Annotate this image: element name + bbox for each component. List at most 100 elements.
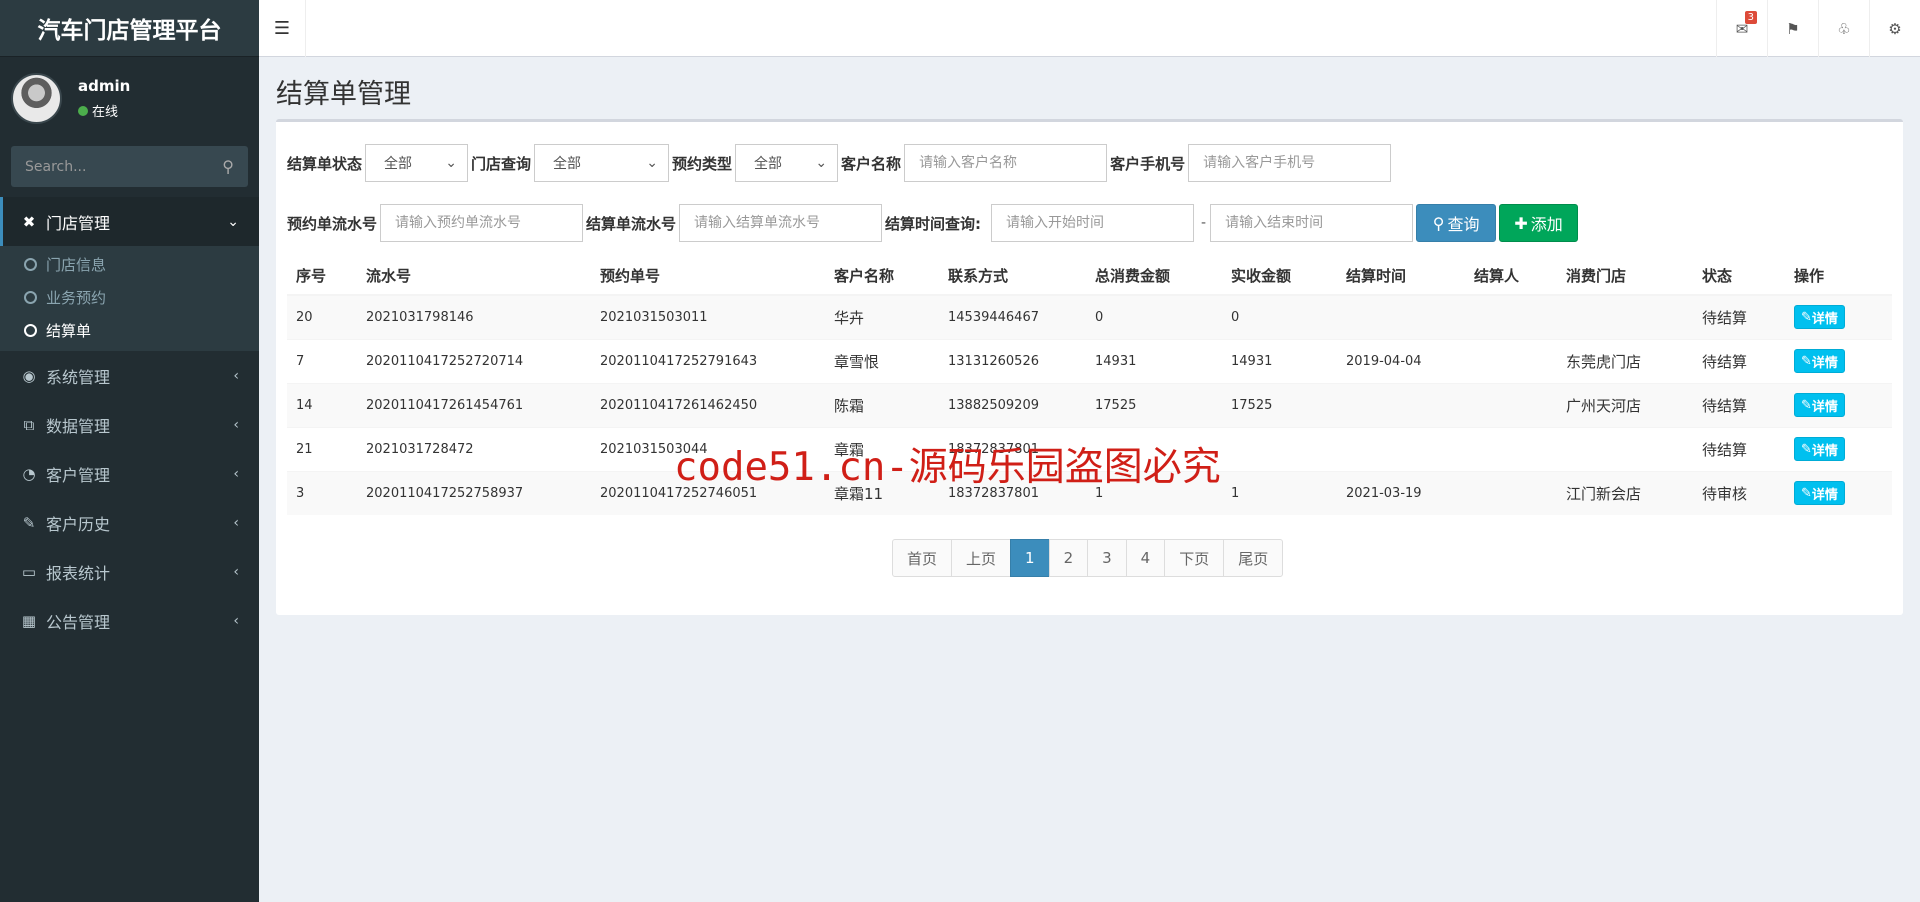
cell-id: 7 bbox=[287, 338, 357, 383]
cell-customer: 章雪恨 bbox=[825, 338, 939, 383]
cell-operator bbox=[1465, 426, 1557, 471]
cell-status: 待结算 bbox=[1693, 338, 1785, 383]
col-header: 流水号 bbox=[357, 257, 591, 296]
detail-button[interactable]: ✎ 详情 bbox=[1794, 437, 1845, 461]
detail-button[interactable]: ✎ 详情 bbox=[1794, 305, 1845, 330]
sidebar-item-announcements[interactable]: ▦ 公告管理 ‹ bbox=[0, 596, 259, 645]
app-logo-title[interactable]: 汽车门店管理平台 bbox=[0, 0, 259, 57]
table-row: 14 2020110417261454761 20201104172614624… bbox=[287, 382, 1892, 427]
user-status-text: 在线 bbox=[92, 105, 119, 120]
cell-id: 14 bbox=[287, 382, 357, 427]
dashboard-icon: ◉ bbox=[22, 366, 36, 385]
page-4[interactable]: 4 bbox=[1125, 539, 1166, 577]
customer-phone-input[interactable] bbox=[1188, 144, 1392, 182]
type-select-value: 全部 bbox=[754, 156, 783, 172]
page-first[interactable]: 首页 bbox=[892, 539, 953, 577]
cell-action: ✎ 详情 bbox=[1785, 470, 1892, 515]
flag-icon[interactable]: ⚑ bbox=[1767, 0, 1818, 57]
sidebar-subitem-store-info[interactable]: 门店信息 bbox=[0, 248, 259, 281]
chevron-left-icon: ‹ bbox=[233, 612, 239, 629]
cell-operator bbox=[1465, 470, 1557, 515]
search-icon[interactable]: ⚲ bbox=[222, 157, 234, 176]
sidebar-item-label: 客户历史 bbox=[46, 514, 111, 534]
circle-icon bbox=[24, 291, 37, 304]
search-input[interactable] bbox=[25, 158, 185, 175]
sidebar-subitem-booking[interactable]: 业务预约 bbox=[0, 281, 259, 314]
chevron-left-icon: ‹ bbox=[233, 465, 239, 482]
col-header: 预约单号 bbox=[591, 257, 825, 296]
page-2[interactable]: 2 bbox=[1048, 539, 1089, 577]
cell-phone: 13882509209 bbox=[939, 382, 1086, 427]
sidebar-item-label: 系统管理 bbox=[46, 367, 111, 387]
chevron-down-icon: ⌄ bbox=[815, 155, 828, 171]
cell-serial: 2021031728472 bbox=[357, 426, 591, 471]
user-name: admin bbox=[78, 77, 131, 95]
add-button[interactable]: ✚ 添加 bbox=[1499, 204, 1579, 242]
sidebar-item-data[interactable]: ⧉ 数据管理 ‹ bbox=[0, 400, 259, 449]
bell-icon[interactable]: ♧ bbox=[1818, 0, 1869, 57]
sidebar-search: ⚲ bbox=[11, 146, 248, 187]
cell-action: ✎ 详情 bbox=[1785, 426, 1892, 471]
status-filter-label: 结算单状态 bbox=[287, 154, 363, 173]
sidebar-item-store-management[interactable]: ✖ 门店管理 ⌄ bbox=[0, 197, 259, 246]
cell-paid: 14931 bbox=[1222, 338, 1337, 383]
page-prev[interactable]: 上页 bbox=[951, 539, 1012, 577]
settle-no-input[interactable] bbox=[679, 204, 883, 242]
gears-icon[interactable]: ⚙ bbox=[1869, 0, 1920, 57]
add-button-label: 添加 bbox=[1530, 215, 1563, 234]
pencil-icon: ✎ bbox=[1801, 309, 1812, 325]
sidebar-item-customer[interactable]: ◔ 客户管理 ‹ bbox=[0, 449, 259, 498]
chevron-left-icon: ‹ bbox=[233, 416, 239, 433]
sidebar-item-customer-history[interactable]: ✎ 客户历史 ‹ bbox=[0, 498, 259, 547]
sidebar-item-reports[interactable]: ▭ 报表统计 ‹ bbox=[0, 547, 259, 596]
page-1[interactable]: 1 bbox=[1010, 539, 1050, 577]
table-header-row: 序号 流水号 预约单号 客户名称 联系方式 总消费金额 实收金额 结算时间 结算… bbox=[287, 257, 1892, 296]
cell-phone: 14539446467 bbox=[939, 294, 1086, 339]
cell-store: 东莞虎门店 bbox=[1557, 338, 1693, 383]
query-button[interactable]: ⚲ 查询 bbox=[1416, 204, 1497, 242]
end-time-input[interactable] bbox=[1210, 204, 1414, 242]
start-time-input[interactable] bbox=[991, 204, 1195, 242]
page-3[interactable]: 3 bbox=[1087, 539, 1127, 577]
settlement-box: 结算单状态 全部 ⌄ 门店查询 全部 ⌄ 预约类型 全部 ⌄ 客户名称 客户手机… bbox=[276, 119, 1903, 615]
col-header: 操作 bbox=[1785, 257, 1892, 296]
sidebar-item-system[interactable]: ◉ 系统管理 ‹ bbox=[0, 351, 259, 400]
cell-store bbox=[1557, 426, 1693, 471]
page-next[interactable]: 下页 bbox=[1164, 539, 1225, 577]
store-select[interactable]: 全部 ⌄ bbox=[534, 144, 670, 182]
detail-button-label: 详情 bbox=[1811, 487, 1838, 503]
sidebar-subitem-settlement[interactable]: 结算单 bbox=[0, 314, 259, 347]
pencil-icon: ✎ bbox=[1801, 397, 1812, 413]
cell-action: ✎ 详情 bbox=[1785, 338, 1892, 383]
cell-booking: 2020110417261462450 bbox=[591, 382, 825, 427]
settle-no-label: 结算单流水号 bbox=[586, 214, 677, 233]
cell-id: 3 bbox=[287, 470, 357, 515]
cell-store: 江门新会店 bbox=[1557, 470, 1693, 515]
customer-name-input[interactable] bbox=[904, 144, 1108, 182]
cell-status: 待结算 bbox=[1693, 294, 1785, 339]
booking-no-input[interactable] bbox=[380, 204, 584, 242]
status-select[interactable]: 全部 ⌄ bbox=[365, 144, 469, 182]
sidebar-item-label: 门店管理 bbox=[46, 213, 111, 233]
pencil-icon: ✎ bbox=[1801, 353, 1812, 369]
detail-button-label: 详情 bbox=[1811, 355, 1838, 371]
cell-paid: 17525 bbox=[1222, 382, 1337, 427]
type-select[interactable]: 全部 ⌄ bbox=[735, 144, 839, 182]
cell-status: 待审核 bbox=[1693, 470, 1785, 515]
col-header: 实收金额 bbox=[1222, 257, 1337, 296]
status-select-value: 全部 bbox=[384, 156, 413, 172]
time-filter-label: 结算时间查询: bbox=[885, 214, 982, 233]
mail-icon[interactable]: ✉ 3 bbox=[1716, 0, 1767, 57]
cell-status: 待结算 bbox=[1693, 426, 1785, 471]
topbar: ☰ ✉ 3 ⚑ ♧ ⚙ bbox=[259, 0, 1920, 57]
page-last[interactable]: 尾页 bbox=[1223, 539, 1284, 577]
detail-button[interactable]: ✎ 详情 bbox=[1794, 393, 1845, 417]
sidebar-toggle-icon[interactable]: ☰ bbox=[259, 0, 306, 57]
detail-button[interactable]: ✎ 详情 bbox=[1794, 481, 1845, 506]
cell-action: ✎ 详情 bbox=[1785, 382, 1892, 427]
cell-status: 待结算 bbox=[1693, 382, 1785, 427]
user-status: 在线 bbox=[78, 101, 130, 120]
detail-button[interactable]: ✎ 详情 bbox=[1794, 349, 1845, 373]
col-header: 消费门店 bbox=[1557, 257, 1693, 296]
chevron-left-icon: ‹ bbox=[233, 514, 239, 531]
